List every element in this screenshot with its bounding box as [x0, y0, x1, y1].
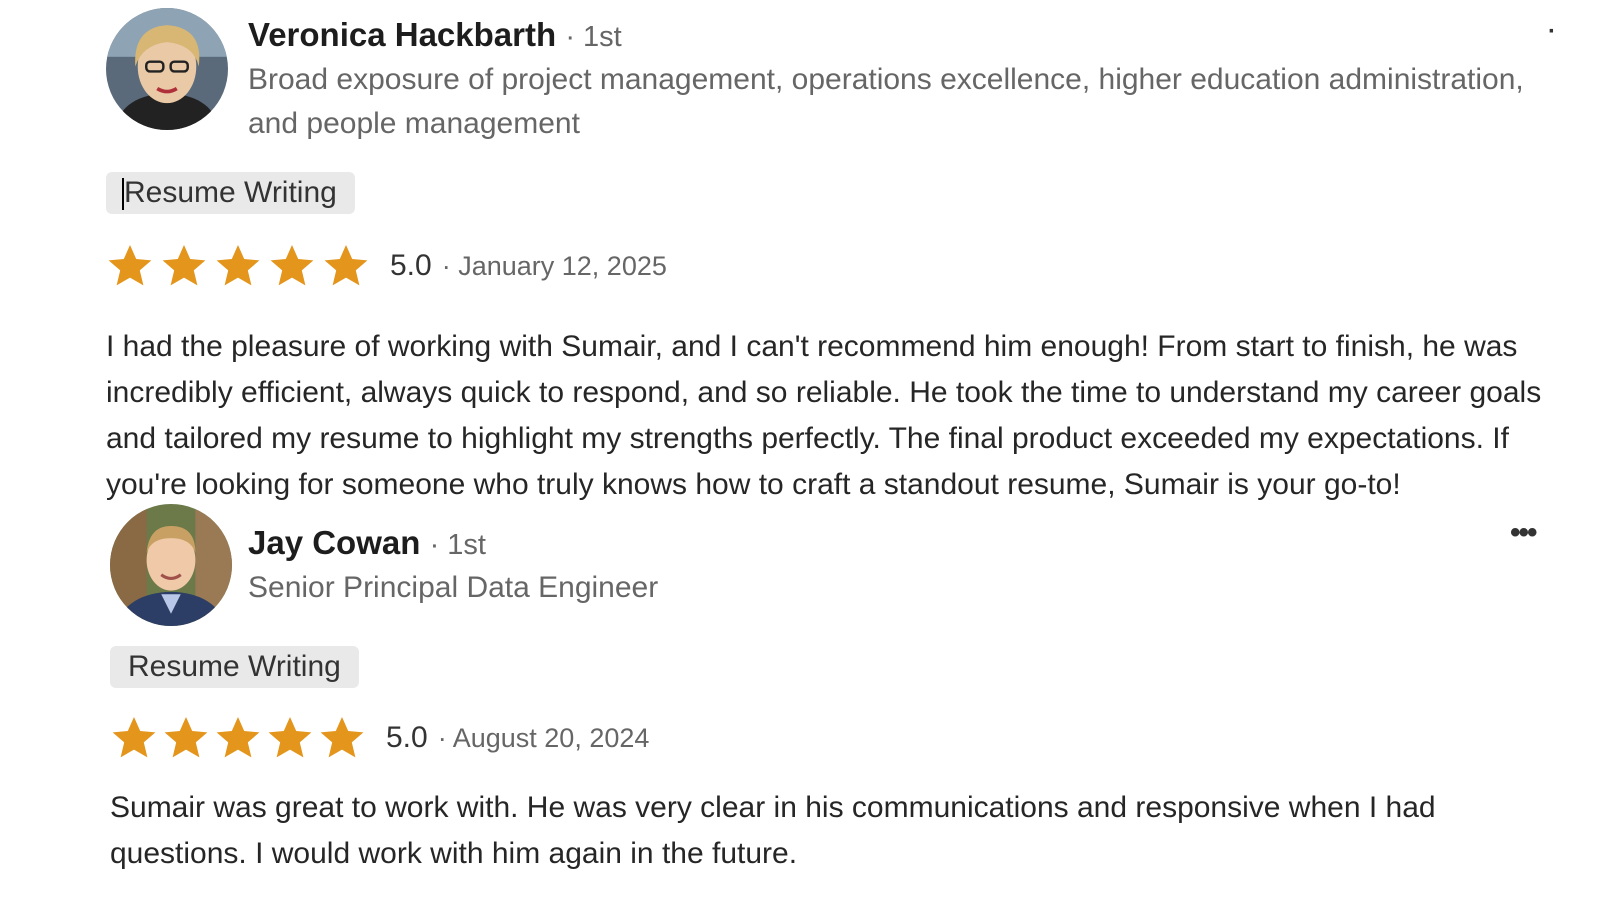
- reviewer-name-line: Jay Cowan · 1st: [248, 524, 486, 562]
- avatar[interactable]: [106, 8, 228, 130]
- review-text: I had the pleasure of working with Sumai…: [106, 330, 1542, 501]
- star-rating: [110, 714, 366, 762]
- star-icon: [112, 717, 156, 758]
- service-tag-label: Resume Writing: [124, 176, 337, 209]
- rating-score: 5.0: [386, 721, 428, 754]
- star-icon: [216, 245, 260, 286]
- service-tag[interactable]: Resume Writing: [110, 646, 359, 688]
- reviewer-name[interactable]: Veronica Hackbarth: [248, 16, 556, 53]
- star-icon: [164, 717, 208, 758]
- star-rating: [106, 242, 370, 290]
- star-icon: [270, 245, 314, 286]
- avatar-photo-icon: [106, 8, 228, 130]
- star-icon: [320, 717, 364, 758]
- review-date: · August 20, 2024: [437, 722, 650, 753]
- service-tag[interactable]: Resume Writing: [106, 172, 355, 214]
- text-cursor: [122, 178, 124, 210]
- star-icon: [216, 717, 260, 758]
- avatar-photo-icon: [110, 504, 232, 626]
- rating-score: 5.0: [390, 249, 432, 282]
- rating-row: 5.0 · August 20, 2024: [110, 714, 649, 762]
- reviewer-headline: Senior Principal Data Engineer: [248, 571, 659, 604]
- star-icon: [324, 245, 368, 286]
- star-icon: [162, 245, 206, 286]
- star-icon: [268, 717, 312, 758]
- rating-row: 5.0 · January 12, 2025: [106, 242, 667, 290]
- review-card: Veronica Hackbarth · 1st · Broad exposur…: [0, 0, 1600, 501]
- connection-degree: · 1st: [565, 21, 622, 53]
- more-options-icon[interactable]: •••: [1510, 516, 1537, 550]
- review-text: Sumair was great to work with. He was ve…: [110, 791, 1436, 870]
- reviewer-name[interactable]: Jay Cowan: [248, 524, 420, 561]
- connection-degree: · 1st: [429, 529, 486, 561]
- more-options-icon[interactable]: ·: [1548, 18, 1556, 46]
- reviewer-name-line: Veronica Hackbarth · 1st: [248, 16, 622, 54]
- avatar[interactable]: [110, 504, 232, 626]
- star-icon: [108, 245, 152, 286]
- service-tag-label: Resume Writing: [128, 650, 341, 683]
- review-date: · January 12, 2025: [441, 250, 667, 281]
- review-card: Jay Cowan · 1st ••• Senior Principal Dat…: [0, 500, 1600, 900]
- reviewer-headline: Broad exposure of project management, op…: [248, 63, 1524, 140]
